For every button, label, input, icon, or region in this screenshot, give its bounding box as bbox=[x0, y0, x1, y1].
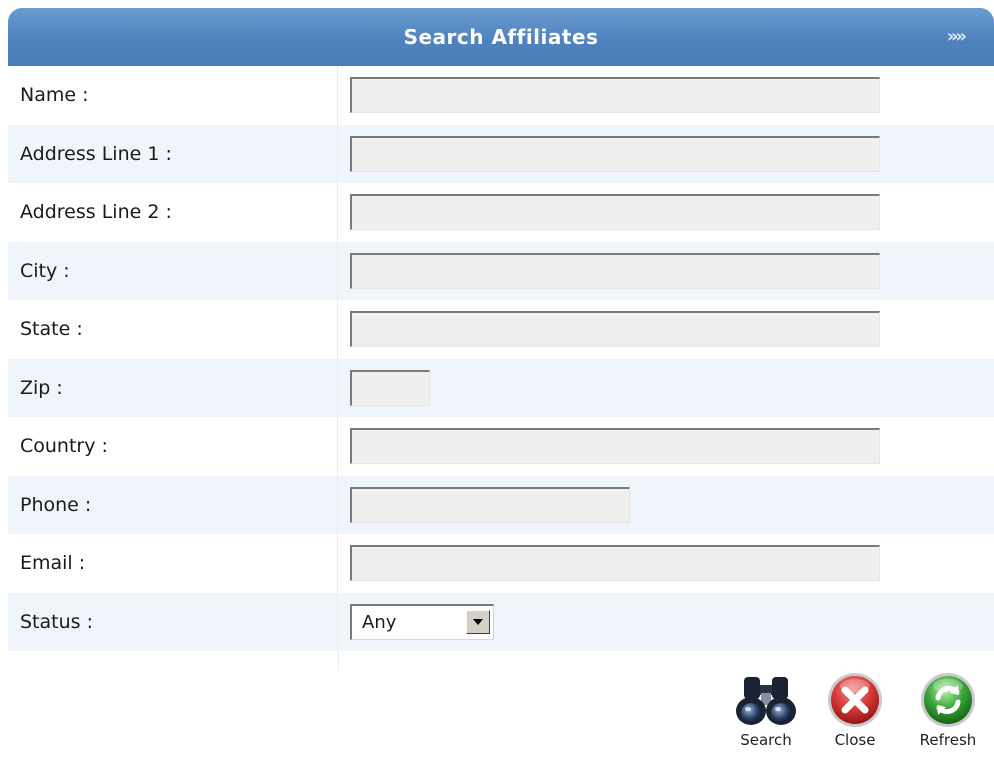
form-row-phone: Phone : bbox=[8, 475, 994, 534]
city-label: City : bbox=[8, 241, 338, 300]
form-row-address2: Address Line 2 : bbox=[8, 183, 994, 242]
refresh-icon bbox=[918, 671, 978, 729]
state-label: State : bbox=[8, 300, 338, 359]
status-select-value: Any bbox=[362, 611, 397, 633]
form-row-zip: Zip : bbox=[8, 358, 994, 417]
email-input[interactable] bbox=[350, 545, 880, 582]
search-button-label: Search bbox=[740, 731, 792, 749]
city-input[interactable] bbox=[350, 252, 880, 289]
panel-title: Search Affiliates bbox=[403, 25, 599, 49]
phone-input[interactable] bbox=[350, 486, 630, 523]
zip-input[interactable] bbox=[350, 369, 430, 406]
address1-input[interactable] bbox=[350, 135, 880, 172]
name-input[interactable] bbox=[350, 77, 880, 114]
form-row-address1: Address Line 1 : bbox=[8, 124, 994, 183]
form-row-status: Status : Any bbox=[8, 592, 994, 651]
email-label: Email : bbox=[8, 534, 338, 593]
zip-label: Zip : bbox=[8, 358, 338, 417]
form-row-email: Email : bbox=[8, 534, 994, 593]
form-row-city: City : bbox=[8, 241, 994, 300]
name-label: Name : bbox=[8, 66, 338, 125]
binoculars-icon bbox=[734, 671, 798, 729]
refresh-button[interactable]: Refresh bbox=[918, 671, 978, 749]
status-label: Status : bbox=[8, 592, 338, 651]
panel-header: Search Affiliates »» bbox=[8, 8, 994, 66]
form-row-state: State : bbox=[8, 300, 994, 359]
address2-input[interactable] bbox=[350, 194, 880, 231]
search-button[interactable]: Search bbox=[734, 671, 798, 749]
phone-label: Phone : bbox=[8, 475, 338, 534]
refresh-button-label: Refresh bbox=[919, 731, 977, 749]
form-row-country: Country : bbox=[8, 417, 994, 476]
state-input[interactable] bbox=[350, 311, 880, 348]
country-input[interactable] bbox=[350, 428, 880, 465]
close-button-label: Close bbox=[834, 731, 876, 749]
country-label: Country : bbox=[8, 417, 338, 476]
search-affiliates-panel: Search Affiliates »» Name : Address Line… bbox=[8, 8, 994, 781]
chevron-down-icon[interactable] bbox=[466, 609, 490, 634]
footer-divider bbox=[338, 651, 339, 671]
action-bar: Search Close Refresh bbox=[8, 651, 994, 781]
address1-label: Address Line 1 : bbox=[8, 124, 338, 183]
form-row-name: Name : bbox=[8, 66, 994, 125]
status-select[interactable]: Any bbox=[350, 603, 494, 640]
close-button[interactable]: Close bbox=[826, 671, 884, 749]
address2-label: Address Line 2 : bbox=[8, 183, 338, 242]
collapse-arrows-icon[interactable]: »» bbox=[947, 8, 967, 66]
close-icon bbox=[826, 671, 884, 729]
